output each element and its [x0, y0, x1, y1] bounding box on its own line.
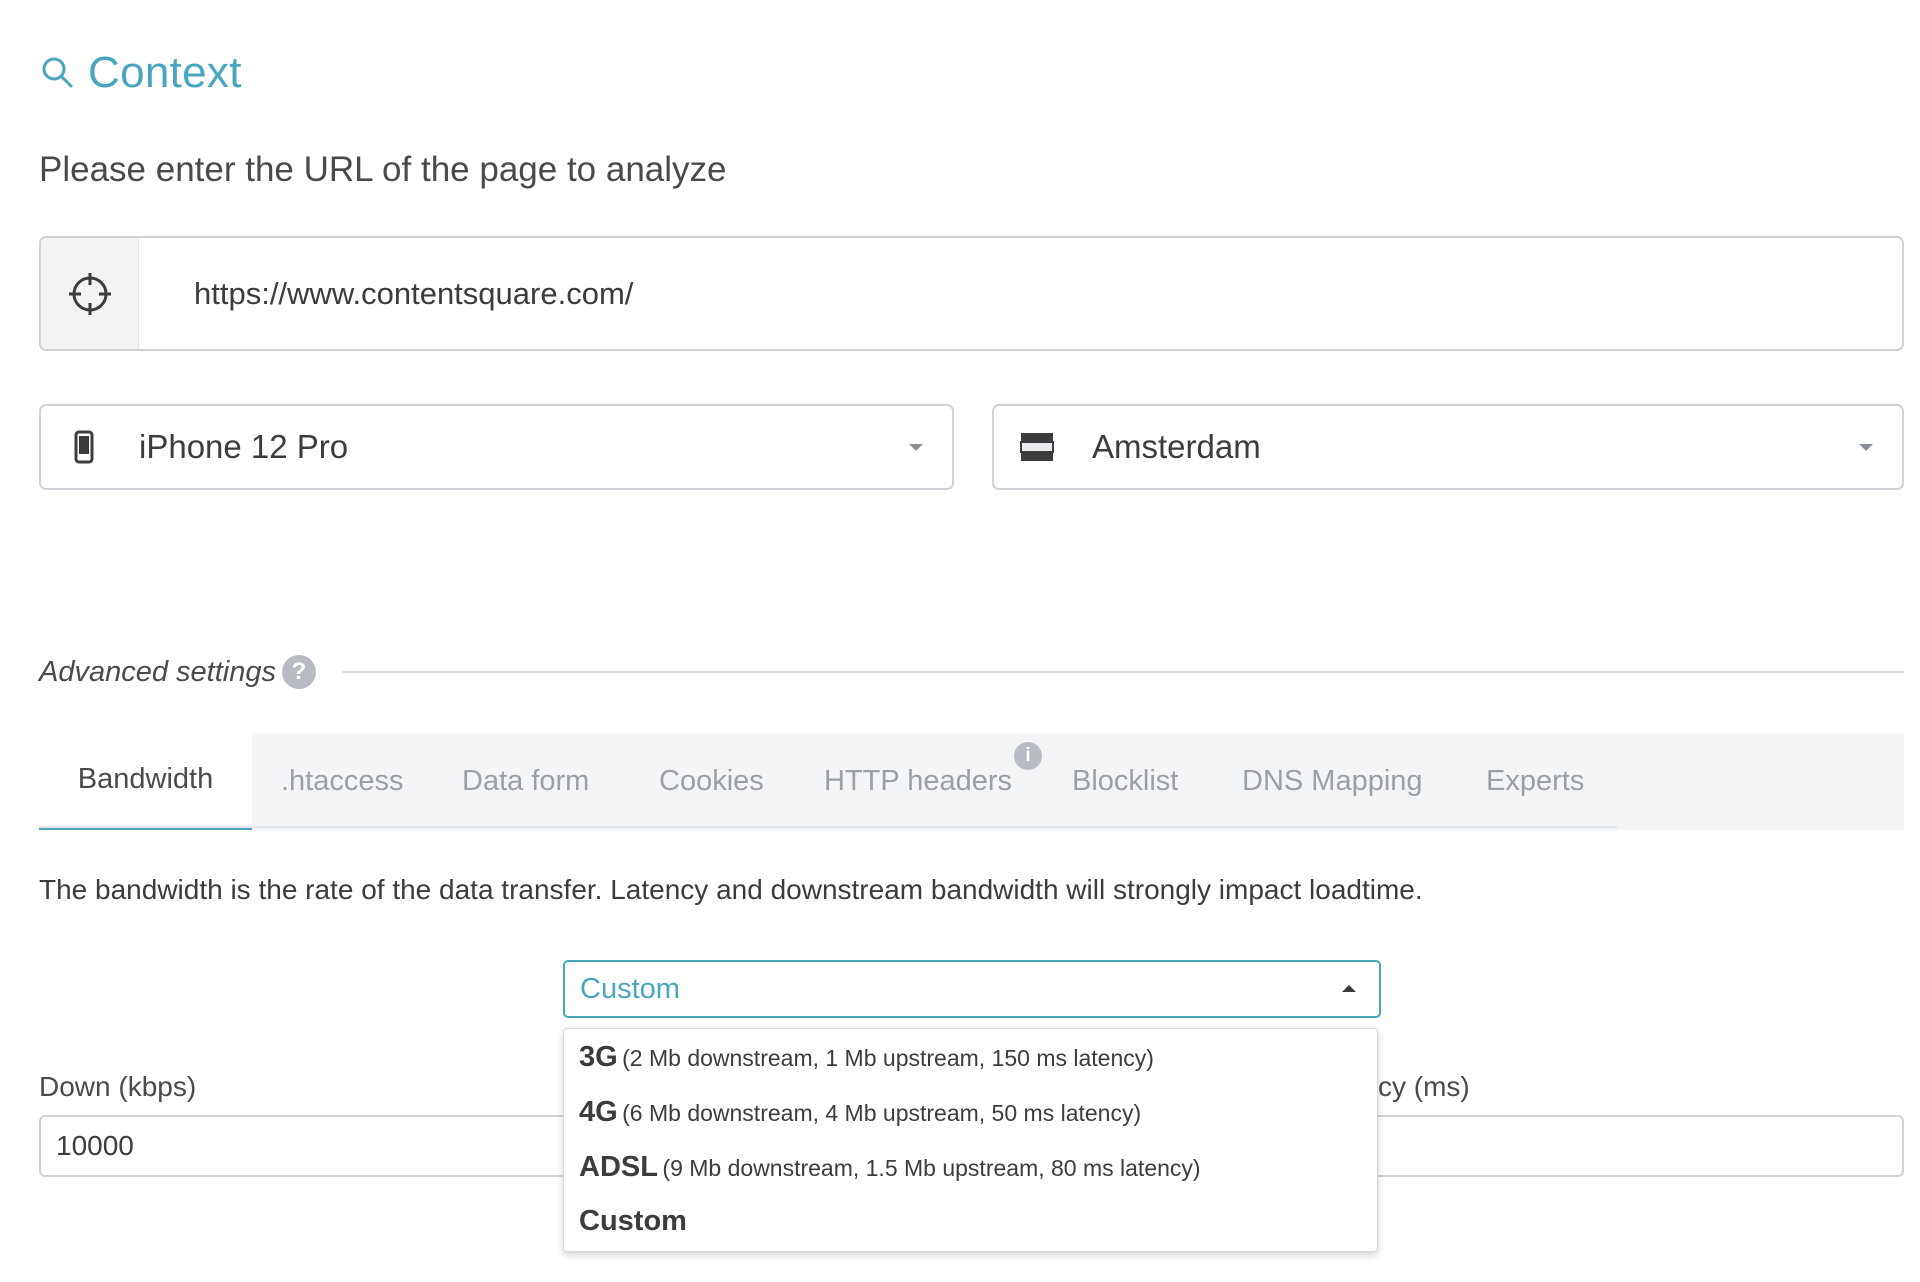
- device-select[interactable]: iPhone 12 Pro: [39, 404, 954, 490]
- tab-data-form[interactable]: Data form: [462, 733, 589, 830]
- latency-input[interactable]: [1360, 1115, 1904, 1177]
- help-icon[interactable]: ?: [281, 655, 316, 689]
- tab-http-headers[interactable]: HTTP headers: [824, 733, 1012, 830]
- tab-htaccess[interactable]: .htaccess: [281, 733, 404, 830]
- option-4g[interactable]: 4G (6 Mb downstream, 4 Mb upstream, 50 m…: [579, 1096, 1141, 1129]
- url-prompt: Please enter the URL of the page to anal…: [39, 150, 727, 189]
- url-input[interactable]: https://www.contentsquare.com/: [139, 238, 633, 349]
- url-field[interactable]: https://www.contentsquare.com/: [39, 236, 1904, 351]
- section-title: Context: [38, 48, 242, 98]
- chevron-down-icon[interactable]: [880, 441, 952, 453]
- tabs-underline: [39, 826, 1617, 828]
- down-label: Down (kbps): [39, 1071, 197, 1102]
- bandwidth-description: The bandwidth is the rate of the data tr…: [39, 874, 1423, 905]
- latency-label: cy (ms): [1378, 1071, 1470, 1102]
- bandwidth-select[interactable]: Custom: [563, 960, 1381, 1018]
- divider: [341, 671, 1904, 673]
- tab-blocklist[interactable]: Blocklist: [1072, 733, 1178, 830]
- down-input[interactable]: 10000: [39, 1115, 579, 1177]
- page-title: Context: [88, 48, 242, 97]
- info-icon: i: [1014, 742, 1042, 770]
- location-select[interactable]: Amsterdam: [992, 404, 1904, 490]
- phone-icon: [41, 429, 127, 465]
- bandwidth-selected: Custom: [580, 972, 680, 1005]
- chevron-up-icon[interactable]: [1319, 983, 1379, 995]
- tab-bandwidth[interactable]: Bandwidth: [39, 733, 252, 830]
- tab-experts[interactable]: Experts: [1486, 733, 1584, 830]
- search-icon: [38, 53, 78, 93]
- location-value: Amsterdam: [1092, 428, 1261, 465]
- advanced-settings-label: Advanced settings: [39, 655, 276, 688]
- device-value: iPhone 12 Pro: [139, 428, 349, 465]
- advanced-settings-header: Advanced settings ?: [39, 655, 1904, 689]
- option-custom[interactable]: Custom: [579, 1205, 687, 1238]
- chevron-down-icon[interactable]: [1830, 441, 1902, 453]
- tab-cookies[interactable]: Cookies: [659, 733, 764, 830]
- option-3g[interactable]: 3G (2 Mb downstream, 1 Mb upstream, 150 …: [579, 1041, 1154, 1074]
- settings-tabs: Bandwidth .htaccess Data form Cookies HT…: [39, 733, 1904, 830]
- bandwidth-dropdown: 3G (2 Mb downstream, 1 Mb upstream, 150 …: [563, 1028, 1378, 1252]
- option-adsl[interactable]: ADSL (9 Mb downstream, 1.5 Mb upstream, …: [579, 1151, 1201, 1184]
- server-icon: [994, 431, 1080, 463]
- crosshair-icon: [41, 238, 139, 349]
- tab-dns-mapping[interactable]: DNS Mapping: [1242, 733, 1423, 830]
